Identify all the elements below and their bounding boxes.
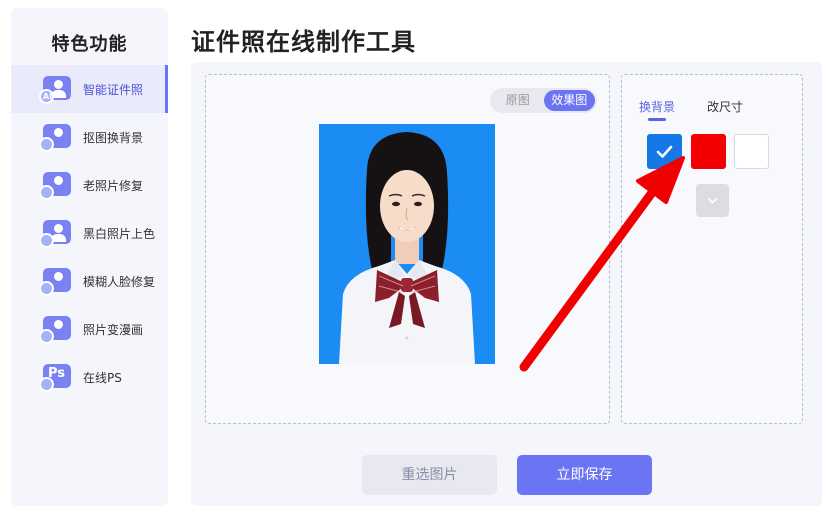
- sidebar-item-label: 模糊人脸修复: [83, 274, 156, 289]
- tab-resize[interactable]: 改尺寸: [707, 98, 743, 115]
- sidebar-item-label: 在线PS: [83, 370, 122, 385]
- sidebar-item-cartoon[interactable]: 照片变漫画: [11, 305, 168, 353]
- sidebar-item-label: 照片变漫画: [83, 322, 144, 337]
- checkmark-icon: [656, 145, 673, 158]
- color-swatch-white[interactable]: [734, 134, 769, 169]
- sidebar-item-face-repair[interactable]: 模糊人脸修复: [11, 257, 168, 305]
- active-tab-indicator: [648, 118, 666, 121]
- tab-original[interactable]: 原图: [492, 90, 544, 111]
- portrait-illustration: [339, 132, 475, 364]
- sidebar-item-label: 抠图换背景: [83, 130, 144, 145]
- tab-change-background[interactable]: 换背景: [639, 98, 675, 115]
- cartoon-icon: [39, 314, 73, 344]
- ai-id-photo-icon: AI: [39, 74, 73, 104]
- chevron-down-icon: [708, 198, 717, 204]
- face-repair-icon: [39, 266, 73, 296]
- sidebar-item-smart-id-photo[interactable]: AI 智能证件照: [11, 65, 168, 113]
- sidebar-item-label: 老照片修复: [83, 178, 144, 193]
- colorize-icon: [39, 218, 73, 248]
- sidebar-item-label: 黑白照片上色: [83, 226, 156, 241]
- sidebar-item-cutout[interactable]: 抠图换背景: [11, 113, 168, 161]
- color-swatch-blue[interactable]: [647, 134, 682, 169]
- sidebar-item-old-photo-repair[interactable]: 老照片修复: [11, 161, 168, 209]
- sidebar-item-colorize[interactable]: 黑白照片上色: [11, 209, 168, 257]
- id-photo: [319, 124, 495, 364]
- sidebar-item-online-ps[interactable]: Ps 在线PS: [11, 353, 168, 401]
- page-title: 证件照在线制作工具: [191, 28, 416, 56]
- more-colors-button[interactable]: [696, 184, 729, 217]
- ps-icon: Ps: [39, 362, 73, 392]
- sidebar-nav: AI 智能证件照 抠图换背景 老照片修复 黑白照片上色 模糊人脸修复 照片变漫画…: [11, 65, 168, 401]
- color-swatch-red[interactable]: [691, 134, 726, 169]
- preview-tabs: 原图 效果图: [490, 88, 597, 113]
- camera-repair-icon: [39, 170, 73, 200]
- reselect-image-button[interactable]: 重选图片: [362, 455, 497, 495]
- cutout-icon: [39, 122, 73, 152]
- sidebar: 特色功能 AI 智能证件照 抠图换背景 老照片修复 黑白照片上色 模糊人脸修复 …: [11, 8, 168, 506]
- sidebar-item-label: 智能证件照: [83, 82, 144, 97]
- page: 特色功能 AI 智能证件照 抠图换背景 老照片修复 黑白照片上色 模糊人脸修复 …: [0, 0, 826, 514]
- save-button[interactable]: 立即保存: [517, 455, 652, 495]
- settings-panel: [621, 74, 803, 424]
- tab-result[interactable]: 效果图: [543, 90, 595, 111]
- sidebar-title: 特色功能: [51, 34, 128, 55]
